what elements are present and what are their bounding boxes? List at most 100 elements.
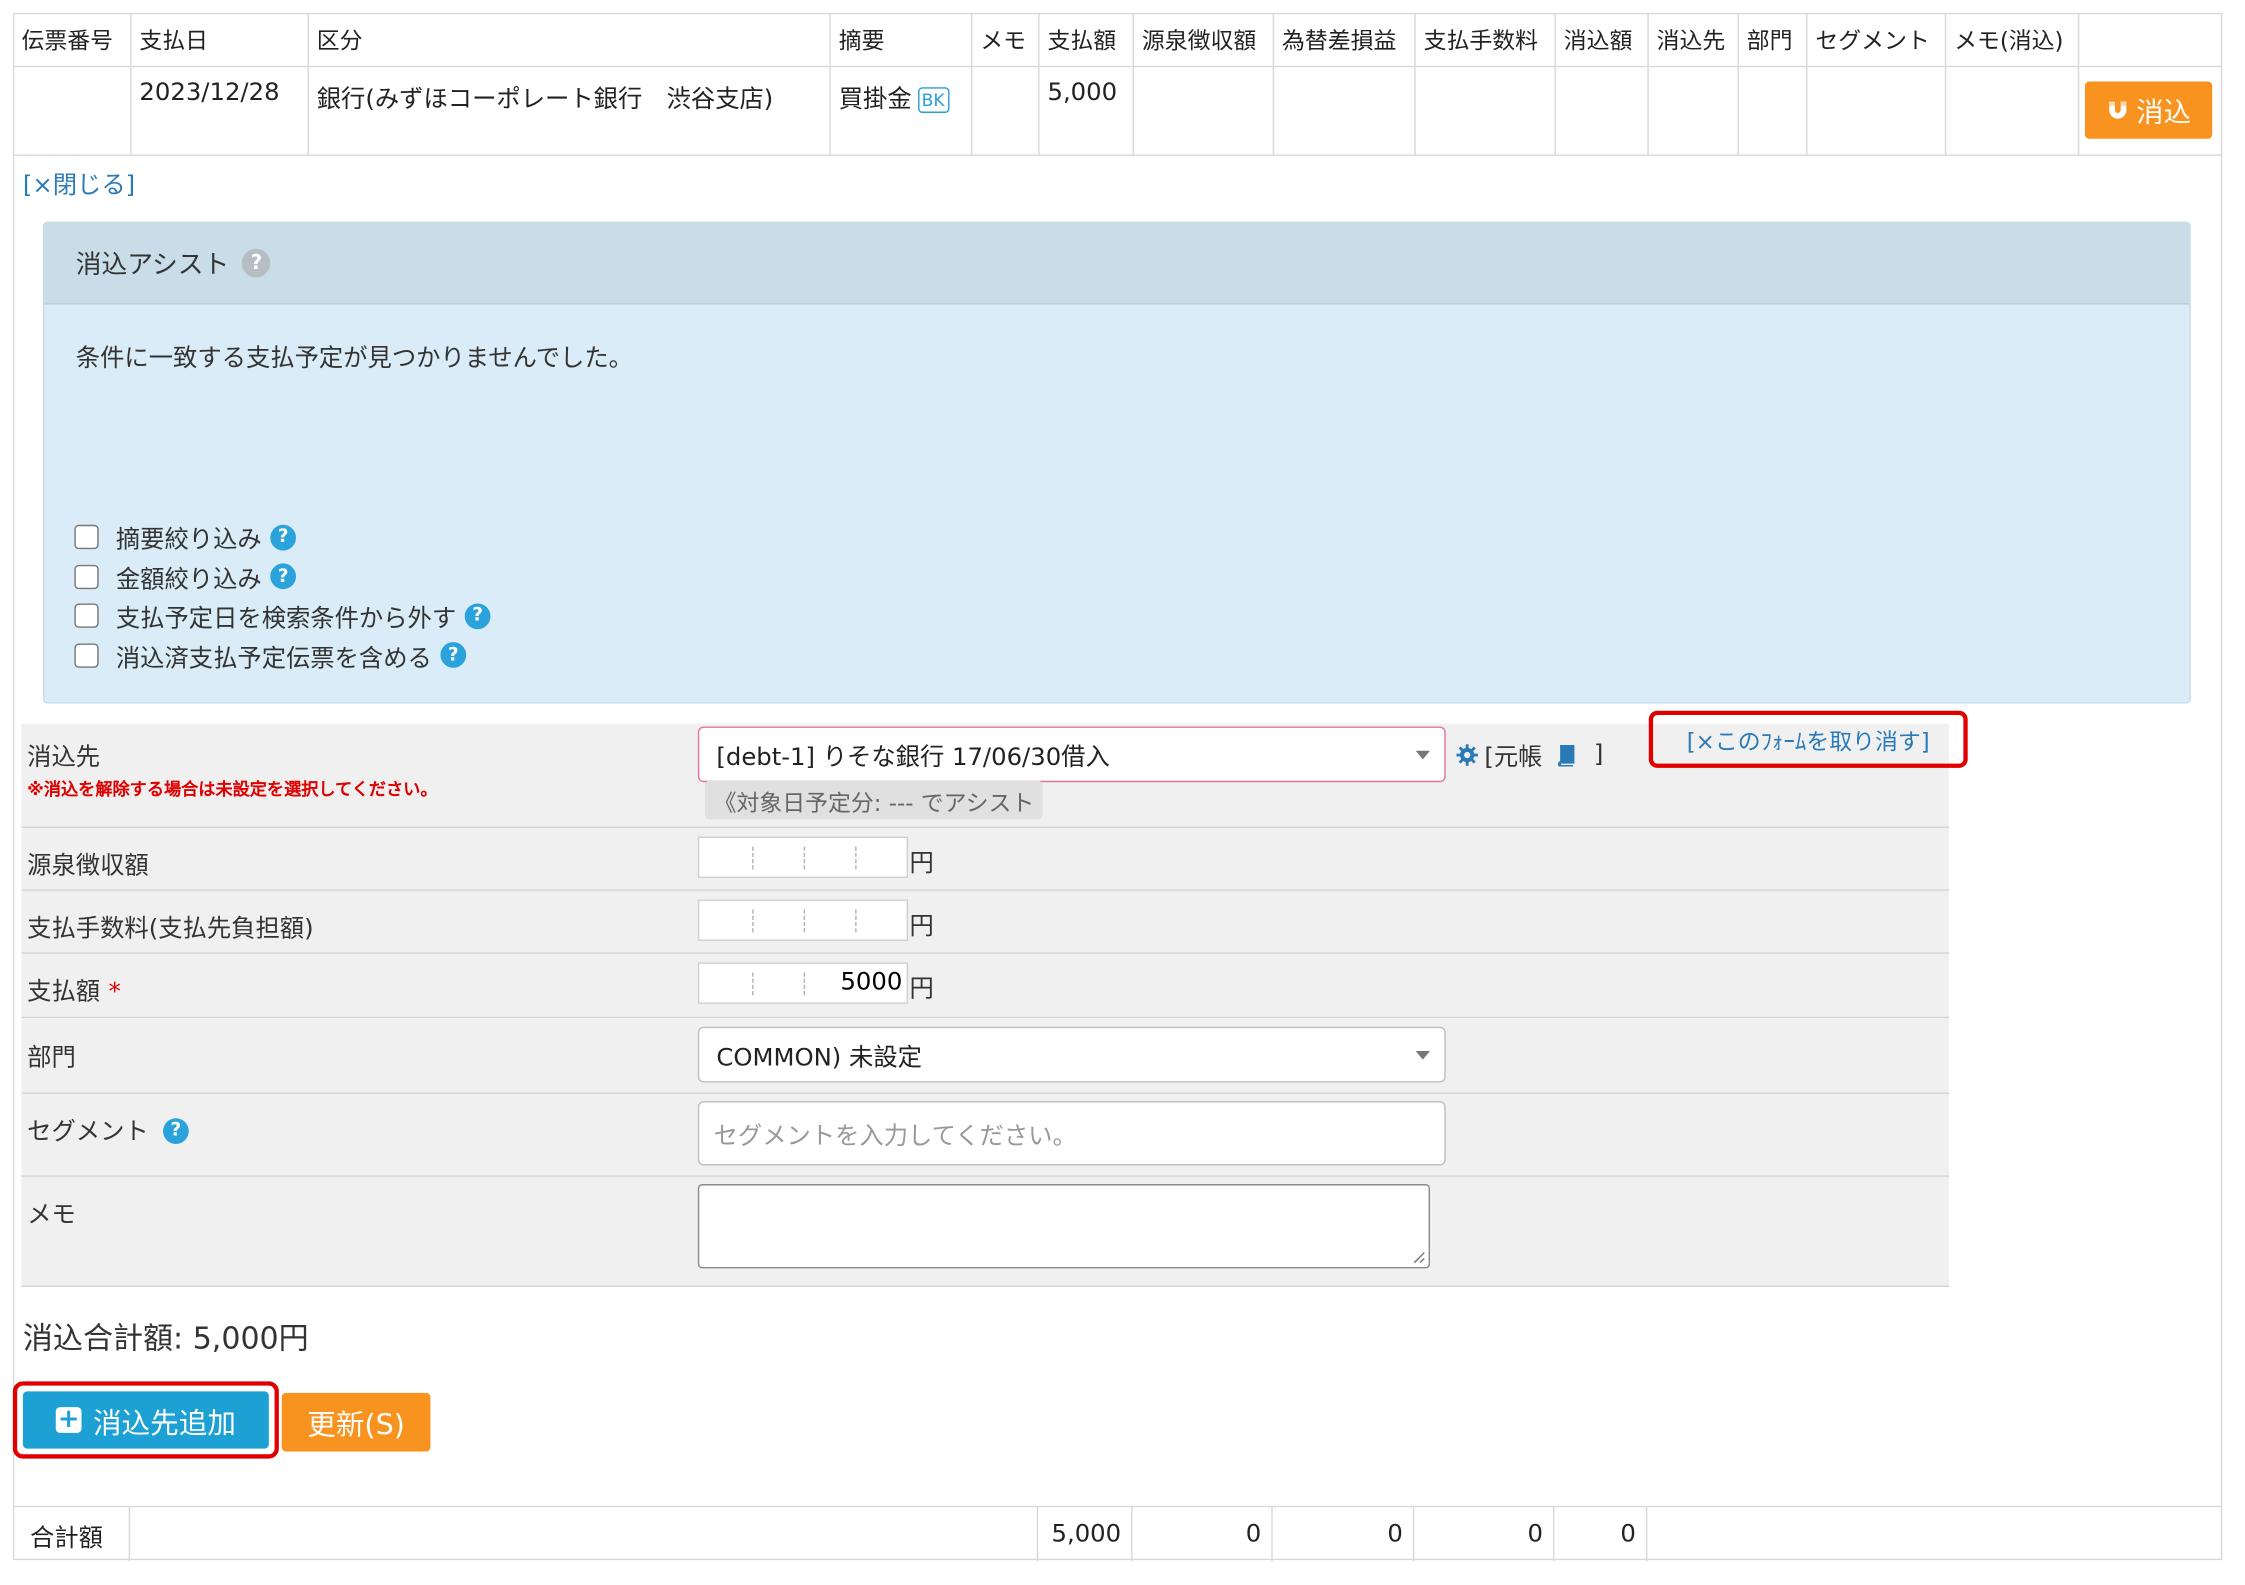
withholding-input[interactable] <box>697 836 909 879</box>
col-header-amount: 支払額 <box>1038 12 1134 67</box>
target-select[interactable]: [debt-1] りそな銀行 17/06/30借入 <box>697 726 1446 783</box>
clearing-assist-panel: 消込アシスト ? 条件に一致する支払予定が見つかりませんでした。 摘要絞り込み … <box>42 221 2191 704</box>
cell-date: 2023/12/28 <box>130 65 309 156</box>
ledger-link-group: [元帳 ] <box>1456 736 1603 773</box>
amount-input-value: 5000 <box>840 968 903 997</box>
cell-dept <box>1737 65 1807 156</box>
col-header-fx: 為替差損益 <box>1272 12 1415 67</box>
option-label: 摘要絞り込み <box>115 526 262 556</box>
yen-label: 円 <box>909 975 934 1004</box>
clearing-form: 消込先 ※消込を解除する場合は未設定を選択してください。 [debt-1] りそ… <box>21 723 1950 1287</box>
gear-icon[interactable] <box>1456 743 1479 766</box>
option-amount-filter[interactable]: 金額絞り込み ? <box>74 557 490 596</box>
row-fee: 支払手数料(支払先負担額) 円 <box>21 890 1950 954</box>
cell-memo <box>970 65 1039 156</box>
summary-fee: 0 <box>1414 1507 1555 1562</box>
cell-cleared <box>1554 65 1649 156</box>
col-header-category: 区分 <box>307 12 831 67</box>
col-header-withholding: 源泉徴収額 <box>1132 12 1274 67</box>
option-label: 金額絞り込み <box>115 565 262 595</box>
col-header-cleared: 消込額 <box>1554 12 1649 67</box>
cell-fee <box>1414 65 1556 156</box>
target-note: ※消込を解除する場合は未設定を選択してください。 <box>27 779 438 800</box>
yen-label: 円 <box>909 849 934 879</box>
checkbox[interactable] <box>74 643 99 668</box>
option-label: 消込済支払予定伝票を含める <box>115 644 432 674</box>
dept-select-value: COMMON) 未設定 <box>716 1043 922 1073</box>
checkbox[interactable] <box>74 603 99 629</box>
required-mark: * <box>108 978 121 1007</box>
add-target-highlight: + 消込先追加 <box>12 1381 279 1459</box>
cell-memo-clear <box>1944 65 2079 156</box>
assist-title: 消込アシスト <box>75 250 230 281</box>
help-icon[interactable]: ? <box>242 248 271 278</box>
cell-slip-no <box>12 65 131 156</box>
col-header-slip-no: 伝票番号 <box>12 12 131 67</box>
dept-label: 部門 <box>27 1043 76 1073</box>
assist-options: 摘要絞り込み ? 金額絞り込み ? 支払予定日を検索条件から外す ? 消込済支払… <box>74 518 491 675</box>
amount-input[interactable]: 5000 <box>697 962 909 1004</box>
col-header-memo-clear: メモ(消込) <box>1944 12 2079 67</box>
withholding-label: 源泉徴収額 <box>27 852 149 881</box>
cancel-form-link[interactable]: [×このﾌｫｰﾑを取り消す] <box>1648 710 1968 768</box>
dept-select[interactable]: COMMON) 未設定 <box>697 1026 1446 1083</box>
option-summary-filter[interactable]: 摘要絞り込み ? <box>74 518 490 557</box>
cell-fx <box>1272 65 1415 156</box>
checkbox[interactable] <box>74 525 99 550</box>
cell-amount: 5,000 <box>1038 65 1134 156</box>
magnet-icon <box>2109 101 2127 119</box>
help-icon[interactable]: ? <box>163 1117 189 1144</box>
chevron-down-icon <box>1415 750 1430 760</box>
segment-input[interactable]: セグメントを入力してください。 <box>697 1101 1446 1166</box>
col-header-fee: 支払手数料 <box>1414 12 1556 67</box>
summary-fx: 0 <box>1273 1507 1415 1562</box>
row-withholding: 源泉徴収額 円 <box>21 827 1950 891</box>
col-header-actions <box>2077 12 2223 67</box>
summary-amount: 5,000 <box>1038 1507 1133 1562</box>
resize-grip-icon[interactable] <box>1411 1250 1425 1264</box>
help-icon[interactable]: ? <box>270 563 297 590</box>
assist-pill: 《対象日予定分: --- でアシスト <box>704 780 1043 820</box>
row-amount: 支払額 * 5000 円 <box>21 953 1950 1019</box>
fee-label: 支払手数料(支払先負担額) <box>27 915 314 944</box>
add-target-button[interactable]: + 消込先追加 <box>22 1391 269 1449</box>
summary-row: 合計額 5,000 0 0 0 0 <box>12 1505 2223 1562</box>
col-header-memo: メモ <box>970 12 1039 67</box>
add-target-label: 消込先追加 <box>92 1404 236 1440</box>
help-icon[interactable]: ? <box>440 642 467 669</box>
col-header-date: 支払日 <box>130 12 309 67</box>
ledger-link[interactable]: [元帳 <box>1484 736 1542 773</box>
col-header-target: 消込先 <box>1647 12 1739 67</box>
option-include-cleared[interactable]: 消込済支払予定伝票を含める ? <box>74 636 490 675</box>
cell-withholding <box>1132 65 1274 156</box>
summary-cleared: 0 <box>1554 1507 1648 1562</box>
book-icon[interactable] <box>1554 743 1577 766</box>
bk-badge: BK <box>917 86 949 113</box>
summary-withholding: 0 <box>1133 1507 1273 1562</box>
table-row: 2023/12/28 銀行(みずほコーポレート銀行 渋谷支店) 買掛金 BK 5,… <box>12 65 2223 156</box>
row-segment: セグメント? セグメントを入力してください。 <box>21 1093 1950 1177</box>
close-link[interactable]: [×閉じる] <box>23 164 135 201</box>
segment-placeholder: セグメントを入力してください。 <box>713 1122 1077 1152</box>
clearing-total: 消込合計額: 5,000円 <box>22 1321 309 1356</box>
chevron-down-icon <box>1415 1051 1430 1060</box>
summary-label: 合計額 <box>13 1507 131 1562</box>
memo-textarea[interactable] <box>697 1184 1430 1269</box>
fee-input[interactable] <box>697 899 909 941</box>
option-exclude-date[interactable]: 支払予定日を検索条件から外す ? <box>74 596 491 635</box>
amount-label: 支払額 * <box>27 978 121 1007</box>
summary-text: 買掛金 <box>838 85 912 114</box>
checkbox[interactable] <box>74 564 99 589</box>
memo-label: メモ <box>27 1201 76 1230</box>
plus-icon: + <box>55 1406 82 1433</box>
clear-button[interactable]: 消込 <box>2084 81 2213 139</box>
col-header-dept: 部門 <box>1737 12 1807 67</box>
update-button[interactable]: 更新(S) <box>281 1392 431 1452</box>
assist-message: 条件に一致する支払予定が見つかりませんでした。 <box>75 344 633 374</box>
cell-category: 銀行(みずほコーポレート銀行 渋谷支店) <box>307 65 831 156</box>
help-icon[interactable]: ? <box>464 603 491 629</box>
row-memo: メモ <box>21 1176 1950 1287</box>
target-select-value: [debt-1] りそな銀行 17/06/30借入 <box>716 743 1110 773</box>
help-icon[interactable]: ? <box>270 524 297 551</box>
segment-label: セグメント? <box>27 1111 189 1147</box>
